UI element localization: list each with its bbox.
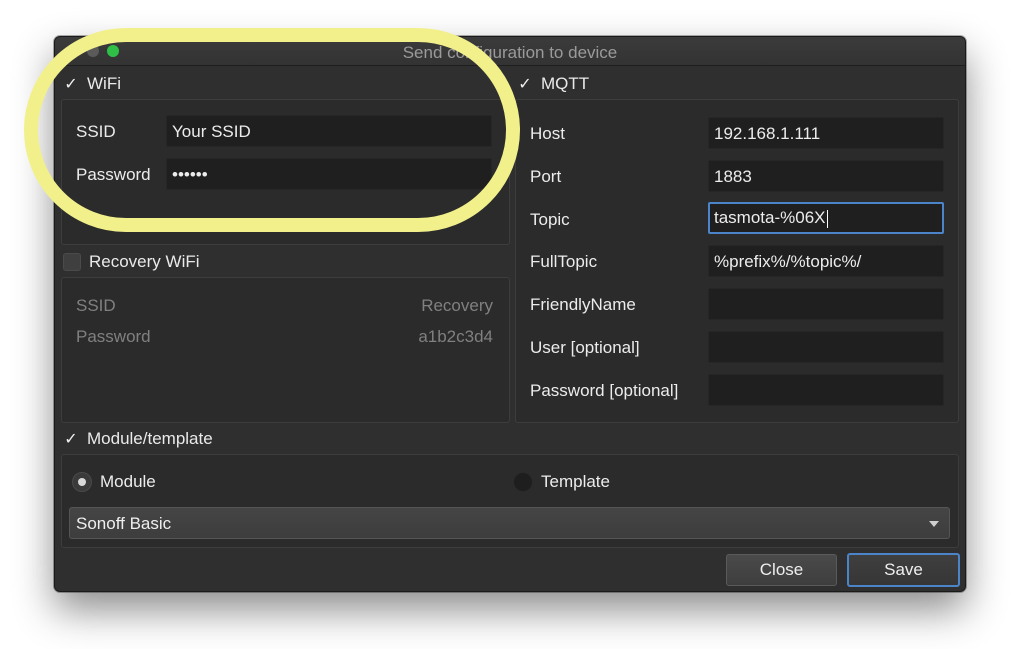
mqtt-friendlyname-input[interactable] [708, 288, 944, 320]
mqtt-password-input[interactable] [708, 374, 944, 406]
mqtt-user-input[interactable] [708, 331, 944, 363]
save-button[interactable]: Save [847, 553, 960, 587]
mqtt-fulltopic-input[interactable]: %prefix%/%topic%/ [708, 245, 944, 277]
wifi-group: SSID Your SSID Password •••••• [61, 99, 510, 245]
mqtt-topic-value: tasmota-%06X [714, 208, 826, 227]
mqtt-host-label: Host [530, 124, 565, 143]
config-dialog: Send configuration to device ✓ WiFi SSID… [54, 36, 966, 592]
text-caret [826, 209, 828, 228]
recovery-ssid-label: SSID [76, 296, 116, 315]
recovery-password-label: Password [76, 327, 151, 346]
module-select[interactable]: Sonoff Basic [69, 507, 950, 539]
mqtt-topic-label: Topic [530, 210, 570, 229]
wifi-header-label: WiFi [87, 74, 121, 93]
module-template-header-label: Module/template [87, 429, 213, 448]
recovery-wifi-header-label: Recovery WiFi [89, 252, 200, 271]
mqtt-friendlyname-label: FriendlyName [530, 295, 636, 314]
module-select-value: Sonoff Basic [76, 514, 172, 533]
mqtt-port-input[interactable]: 1883 [708, 160, 944, 192]
mqtt-group: Host 192.168.1.111 Port 1883 Topic tasmo… [515, 99, 959, 423]
template-radio[interactable] [513, 472, 533, 492]
window-title: Send configuration to device [402, 43, 618, 62]
wifi-ssid-label: SSID [76, 122, 116, 141]
module-radio-label[interactable]: Module [100, 472, 156, 492]
mqtt-password-label: Password [optional] [530, 381, 679, 400]
mqtt-topic-input[interactable]: tasmota-%06X [708, 202, 944, 234]
mqtt-fulltopic-label: FullTopic [530, 252, 598, 271]
wifi-password-label: Password [76, 165, 151, 184]
recovery-password-value: a1b2c3d4 [418, 327, 493, 346]
close-button[interactable]: Close [726, 554, 837, 586]
mqtt-header-label: MQTT [541, 74, 590, 93]
recovery-wifi-checkbox-icon[interactable] [63, 253, 81, 271]
wifi-checkbox-icon[interactable]: ✓ [63, 76, 79, 93]
template-radio-label[interactable]: Template [541, 472, 610, 492]
wifi-password-input[interactable]: •••••• [166, 158, 492, 190]
recovery-ssid-value: Recovery [421, 296, 493, 315]
chevron-down-icon [929, 521, 939, 527]
mqtt-checkbox-icon[interactable]: ✓ [517, 76, 533, 93]
mqtt-header[interactable]: ✓ MQTT [517, 72, 589, 96]
recovery-wifi-group: SSID Recovery Password a1b2c3d4 [61, 277, 510, 423]
module-template-checkbox-icon[interactable]: ✓ [63, 431, 79, 448]
mqtt-host-input[interactable]: 192.168.1.111 [708, 117, 944, 149]
module-template-header[interactable]: ✓ Module/template [63, 427, 213, 451]
wifi-ssid-input[interactable]: Your SSID [166, 115, 492, 147]
recovery-wifi-header[interactable]: Recovery WiFi [63, 250, 200, 274]
module-radio[interactable] [72, 472, 92, 492]
titlebar: Send configuration to device [55, 37, 965, 66]
mqtt-user-label: User [optional] [530, 338, 640, 357]
mqtt-port-label: Port [530, 167, 562, 186]
wifi-header[interactable]: ✓ WiFi [63, 72, 121, 96]
